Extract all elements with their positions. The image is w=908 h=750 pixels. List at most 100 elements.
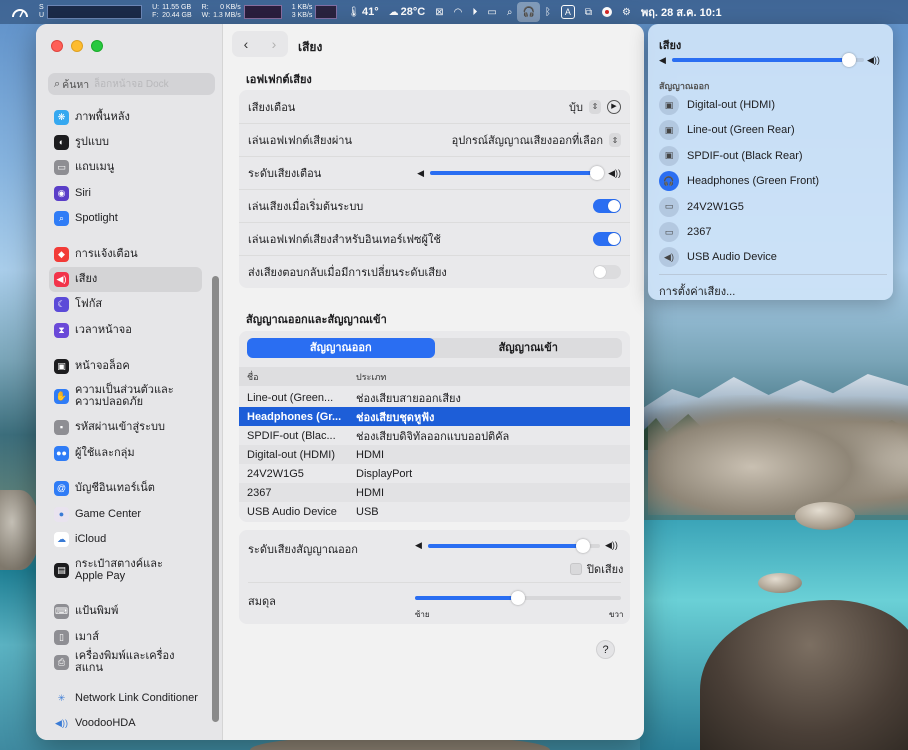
sidebar-item-1[interactable]: ◐ รูปแบบ bbox=[49, 130, 202, 155]
sidebar-item-12[interactable]: ●● ผู้ใช้และกลุ่ม bbox=[49, 441, 202, 466]
display-icon: ▭ bbox=[659, 196, 679, 217]
table-row[interactable]: 2367 HDMI bbox=[239, 483, 630, 502]
sidebar-item-9[interactable]: ▣ หน้าจอล็อค bbox=[49, 354, 202, 379]
balance-slider[interactable] bbox=[415, 591, 621, 605]
mute-checkbox[interactable]: ปิดเสียง bbox=[570, 560, 623, 578]
disk-usage[interactable]: U: F: 11.55 GB 20.44 GB bbox=[147, 0, 197, 24]
tab-output[interactable]: สัญญาณออก bbox=[247, 338, 435, 358]
popover-device-item[interactable]: ▣ SPDIF-out (Black Rear) bbox=[659, 144, 889, 168]
sidebar-item-5[interactable]: ◆ การแจ้งเตือน bbox=[49, 242, 202, 267]
help-button[interactable]: ? bbox=[596, 640, 615, 659]
startup-sound-toggle[interactable] bbox=[593, 199, 621, 213]
sidebar-item-3[interactable]: ◉ Siri bbox=[49, 181, 202, 206]
activity-monitor-icon[interactable]: ⊠ bbox=[430, 0, 448, 24]
popover-device-item[interactable]: ▭ 24V2W1G5 bbox=[659, 195, 889, 219]
table-row[interactable]: SPDIF-out (Blac... ช่องเสียบดิจิทัลออกแบบ… bbox=[239, 426, 630, 445]
table-row[interactable]: USB Audio Device USB bbox=[239, 502, 630, 521]
mute-checkbox-box[interactable] bbox=[570, 563, 582, 575]
search-ghost-text: ล็อกหน้าจอ Dock bbox=[94, 78, 169, 90]
table-row[interactable]: Line-out (Green... ช่องเสียบสายออกเสียง bbox=[239, 388, 630, 407]
spotlight-search-icon[interactable]: ⌕ bbox=[502, 0, 518, 24]
minimize-button[interactable] bbox=[71, 40, 83, 52]
ui-effects-row: เล่นเอฟเฟกต์เสียงสำหรับอินเทอร์เฟซผู้ใช้ bbox=[239, 222, 630, 255]
tab-input[interactable]: สัญญาณเข้า bbox=[435, 338, 623, 358]
sidebar-item-8[interactable]: ⧗ เวลาหน้าจอ bbox=[49, 318, 202, 343]
popover-device-item[interactable]: ▣ Digital-out (HDMI) bbox=[659, 93, 889, 117]
sidebar-item-21[interactable]: ◀)) VoodooHDA bbox=[49, 711, 202, 736]
wallpaper-treeline bbox=[640, 414, 908, 450]
sidebar-item-label: VoodooHDA bbox=[75, 717, 136, 729]
popover-device-item[interactable]: ▭ 2367 bbox=[659, 220, 889, 244]
volume-feedback-row: ส่งเสียงตอบกลับเมื่อมีการเปลี่ยนระดับเสี… bbox=[239, 255, 630, 288]
sidebar-item-0[interactable]: ❋ ภาพพื้นหลัง bbox=[49, 105, 202, 130]
weather[interactable]: ☁ 28°C bbox=[384, 0, 431, 24]
zoom-button[interactable] bbox=[91, 40, 103, 52]
popover-device-item[interactable]: 🎧 Headphones (Green Front) bbox=[659, 169, 889, 193]
output-volume-slider[interactable] bbox=[428, 539, 600, 553]
sidebar-item-19[interactable]: ⎙ เครื่องพิมพ์และเครื่องสแกน bbox=[49, 650, 202, 675]
sidebar-item-14[interactable]: ● Game Center bbox=[49, 502, 202, 527]
control-center-icon[interactable]: ⚙ bbox=[617, 0, 636, 24]
sidebar-item-17[interactable]: ⌨ แป้นพิมพ์ bbox=[49, 599, 202, 624]
alert-sound-popup[interactable]: บุ้บ ⇕ ▶ bbox=[569, 98, 621, 116]
display-icon[interactable]: ▭ bbox=[482, 0, 501, 24]
screen-mirroring-icon[interactable]: ⧉ bbox=[580, 0, 597, 24]
sidebar-item-16[interactable]: ▤ กระเป๋าสตางค์และ Apple Pay bbox=[49, 555, 202, 585]
volume-feedback-toggle[interactable] bbox=[593, 265, 621, 279]
close-button[interactable] bbox=[51, 40, 63, 52]
sidebar-item-10[interactable]: ✋ ความเป็นส่วนตัวและ ความปลอดภัย bbox=[49, 381, 202, 411]
table-row[interactable]: 24V2W1G5 DisplayPort bbox=[239, 464, 630, 483]
alert-volume-slider[interactable] bbox=[430, 166, 604, 180]
table-row[interactable]: Digital-out (HDMI) HDMI bbox=[239, 445, 630, 464]
printer-icon: ⎙ bbox=[54, 654, 69, 670]
play-circle-icon[interactable]: ▶ bbox=[607, 99, 621, 114]
clock[interactable]: พฤ. 28 ส.ค. 10:1 bbox=[636, 0, 727, 24]
flag-icon[interactable] bbox=[597, 0, 617, 24]
sidebar-item-4[interactable]: ⌕ Spotlight bbox=[49, 206, 202, 231]
sidebar-item-label: การแจ้งเตือน bbox=[75, 248, 138, 260]
play-through-value: อุปกรณ์สัญญาณเสียงออกที่เลือก bbox=[451, 135, 603, 147]
balance-right-label: ขวา bbox=[609, 610, 624, 619]
sidebar-item-15[interactable]: ☁ iCloud bbox=[49, 527, 202, 552]
sidebar-item-7[interactable]: ☾ โฟกัส bbox=[49, 292, 202, 317]
disk-activity[interactable]: R: W: 0 KB/s 1.3 MB/s bbox=[197, 0, 287, 24]
column-type-header[interactable]: ประเภท bbox=[356, 370, 386, 384]
popover-device-item[interactable]: ▣ Line-out (Green Rear) bbox=[659, 118, 889, 142]
sound-settings-link[interactable]: การตั้งค่าเสียง... bbox=[659, 282, 735, 300]
sidebar-item-6[interactable]: ◀) เสียง bbox=[49, 266, 202, 292]
temperature[interactable]: 🌡 41° bbox=[342, 0, 383, 24]
device-name-cell: Headphones (Gr... bbox=[247, 410, 342, 423]
search-field[interactable]: ⌕ ค้นหา ล็อกหน้าจอ Dock bbox=[48, 73, 215, 95]
cpu-graph[interactable]: SU bbox=[34, 0, 147, 24]
speedometer-icon[interactable] bbox=[6, 0, 34, 24]
divider bbox=[659, 274, 887, 275]
sound-icon: ◀) bbox=[54, 271, 69, 287]
bluetooth-icon[interactable]: ᛒ bbox=[540, 0, 556, 24]
output-volume-card: ระดับเสียงสัญญาณออก ◀ ◀)) ปิดเสียง สมดุล… bbox=[239, 530, 630, 624]
popover-volume-slider[interactable] bbox=[672, 53, 864, 67]
notifications-icon: ◆ bbox=[54, 246, 69, 262]
table-row[interactable]: Headphones (Gr... ช่องเสียบชุดหูฟัง bbox=[239, 407, 630, 426]
column-name-header[interactable]: ชื่อ bbox=[247, 370, 347, 384]
sidebar-item-2[interactable]: ▭ แถบเมนู bbox=[49, 155, 202, 180]
sidebar-item-18[interactable]: ▯ เมาส์ bbox=[49, 625, 202, 650]
sidebar-item-13[interactable]: @ บัญชีอินเทอร์เน็ต bbox=[49, 476, 202, 501]
speaker-low-icon: ◀ bbox=[659, 55, 666, 65]
popover-title: เสียง bbox=[659, 40, 682, 52]
network-activity[interactable]: 1 KB/s 3 KB/s bbox=[287, 0, 343, 24]
sidebar-scrollbar[interactable] bbox=[212, 276, 219, 722]
sidebar-item-label-line1: กระเป๋าสตางค์และ bbox=[75, 558, 163, 570]
ui-effects-toggle[interactable] bbox=[593, 232, 621, 246]
back-chevron-icon[interactable]: ‹ bbox=[232, 36, 260, 52]
internet-accounts-icon: @ bbox=[54, 480, 69, 496]
popover-device-item[interactable]: ◀) USB Audio Device bbox=[659, 245, 889, 269]
wifi-icon[interactable]: ◠ bbox=[449, 0, 468, 24]
forward-chevron-icon[interactable]: › bbox=[260, 36, 288, 52]
sidebar-item-20[interactable]: ✳ Network Link Conditioner bbox=[49, 686, 202, 711]
sidebar-item-11[interactable]: ▪ รหัสผ่านเข้าสู่ระบบ bbox=[49, 415, 202, 440]
page-title: เสียง bbox=[298, 40, 323, 54]
play-through-popup[interactable]: อุปกรณ์สัญญาณเสียงออกที่เลือก ⇕ bbox=[452, 131, 621, 149]
now-playing-icon[interactable]: ⏵ bbox=[467, 0, 482, 24]
sound-menu-headphones-icon[interactable]: 🎧 bbox=[517, 2, 540, 22]
input-source[interactable]: A bbox=[556, 0, 580, 24]
